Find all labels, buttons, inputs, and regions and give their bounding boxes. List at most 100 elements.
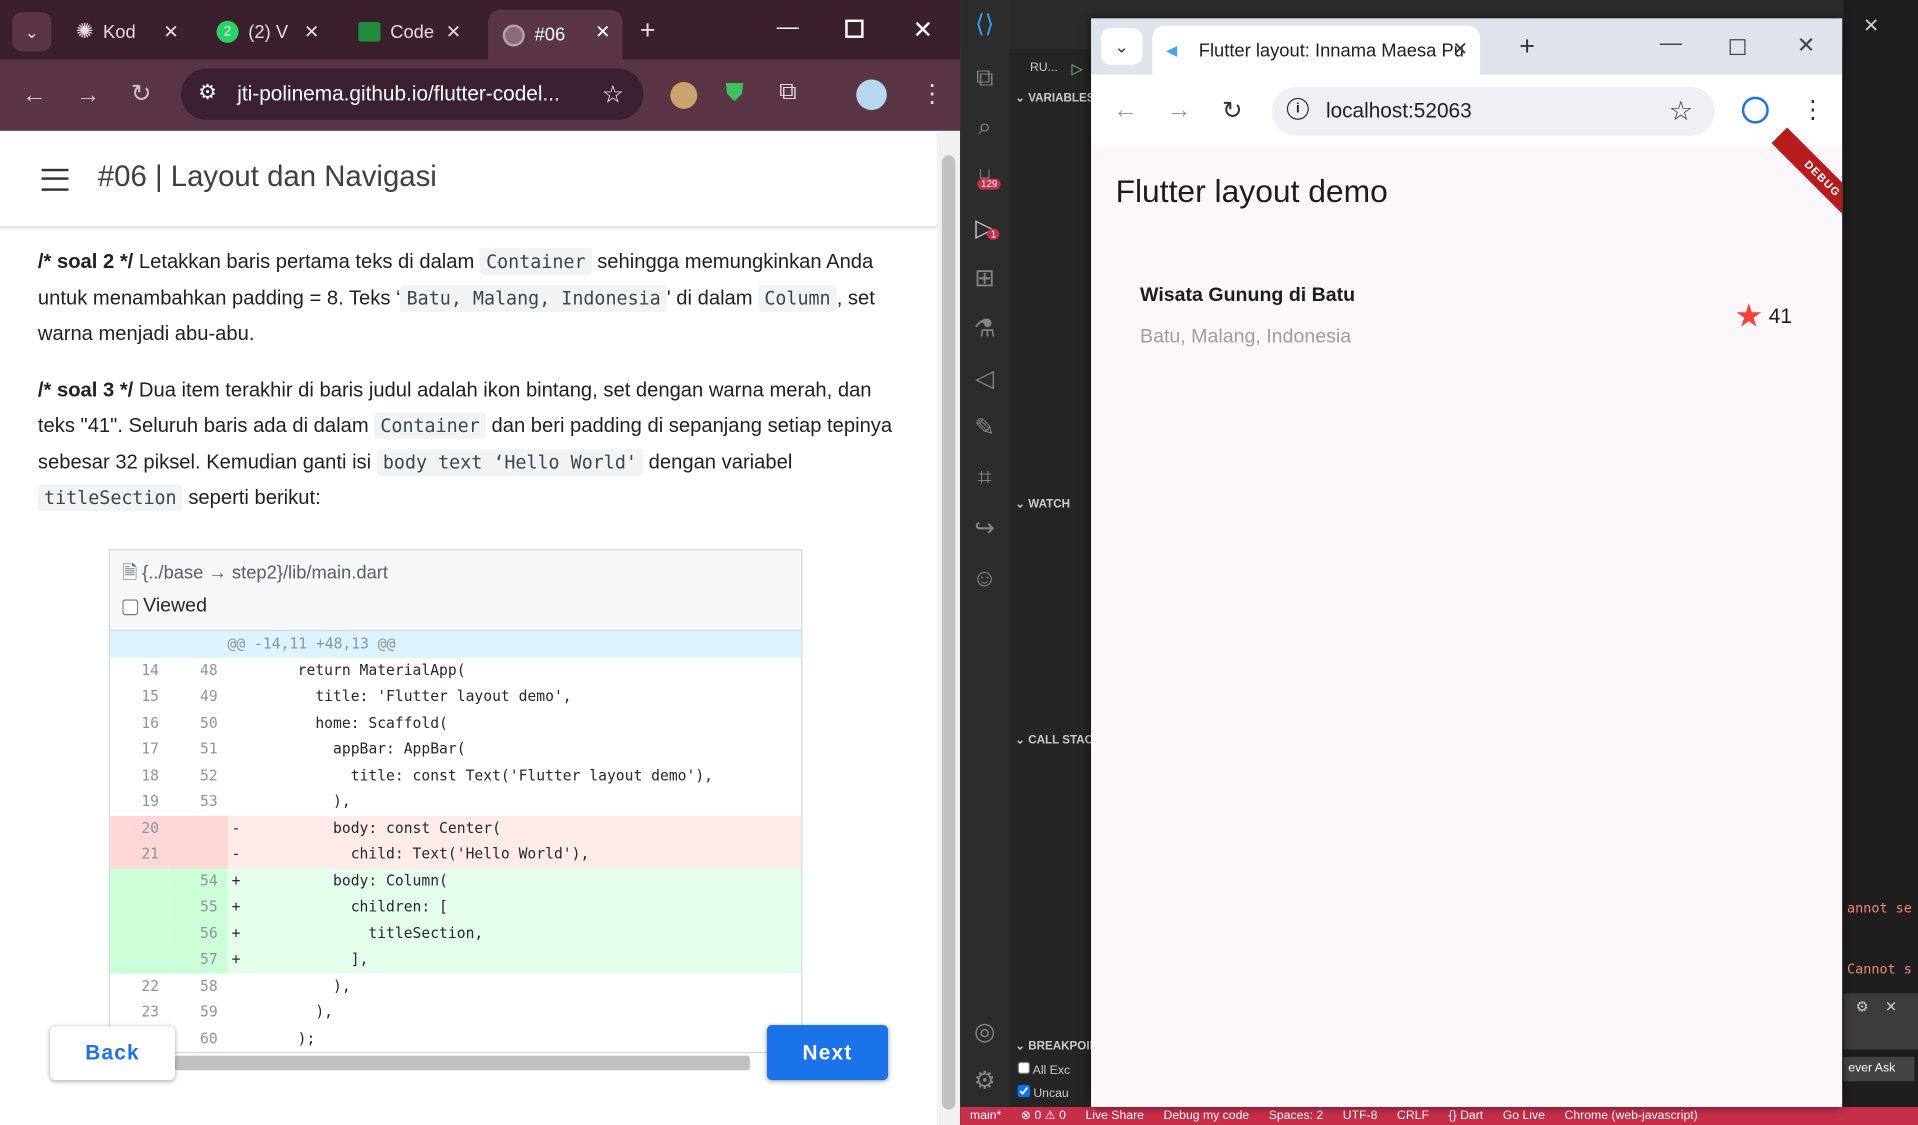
viewed-checkbox[interactable]: Viewed bbox=[122, 596, 789, 618]
code-text: body: Column( bbox=[244, 871, 448, 889]
settings-gear-icon[interactable]: ⚙ bbox=[1856, 998, 1869, 1015]
new-tab-button[interactable]: + bbox=[1519, 31, 1535, 63]
explorer-icon[interactable]: ⧉ bbox=[970, 64, 999, 93]
watch-section[interactable]: ⌄ WATCH bbox=[1010, 493, 1092, 517]
remote-icon[interactable]: ⌗ bbox=[970, 464, 999, 493]
back-arrow-icon[interactable]: ← bbox=[1113, 97, 1137, 125]
extension-icon[interactable] bbox=[670, 81, 698, 109]
info-icon[interactable]: i bbox=[1286, 97, 1309, 120]
kebab-menu-icon[interactable]: ⋮ bbox=[1801, 94, 1825, 125]
inline-code: Batu, Malang, Indonesia bbox=[400, 284, 667, 312]
maximize-icon[interactable] bbox=[1729, 39, 1746, 56]
next-button[interactable]: Next bbox=[766, 1025, 889, 1081]
close-icon[interactable]: ✕ bbox=[595, 21, 610, 43]
close-window-icon[interactable]: ✕ bbox=[913, 15, 934, 46]
bookmark-star-icon[interactable]: ☆ bbox=[1669, 95, 1693, 127]
status-item[interactable]: Live Share bbox=[1085, 1109, 1143, 1122]
back-button[interactable]: Back bbox=[50, 1026, 175, 1081]
diff-line: 55 + children: [ bbox=[110, 894, 802, 921]
site-info-icon[interactable]: ⚙ bbox=[198, 81, 217, 105]
code-text: ), bbox=[244, 792, 351, 810]
tab-search-button[interactable]: ⌄ bbox=[12, 12, 52, 52]
diff-line: 19 53 ), bbox=[110, 789, 801, 815]
settings-gear-icon[interactable]: ⚙ bbox=[970, 1067, 999, 1096]
close-window-icon[interactable]: ✕ bbox=[1863, 13, 1879, 37]
tab-whatsapp[interactable]: 2 (2) V ✕ bbox=[202, 10, 332, 54]
copilot-icon[interactable]: ☺ bbox=[970, 564, 999, 593]
status-item[interactable]: UTF-8 bbox=[1343, 1109, 1378, 1122]
close-icon[interactable]: ✕ bbox=[446, 21, 461, 43]
diff-line: 16 50 home: Scaffold( bbox=[110, 710, 801, 736]
close-icon[interactable]: ✕ bbox=[163, 21, 178, 43]
tab-classroom[interactable]: Code ✕ bbox=[344, 10, 474, 54]
new-line-number bbox=[168, 815, 228, 842]
flutter-icon[interactable]: ◁ bbox=[970, 365, 999, 394]
url-text: jti-polinema.github.io/flutter-codel... bbox=[237, 81, 560, 106]
profile-icon[interactable] bbox=[1741, 96, 1769, 124]
scrollbar-thumb[interactable] bbox=[941, 155, 956, 1110]
new-tab-button[interactable]: + bbox=[640, 15, 656, 47]
reload-icon[interactable]: ↻ bbox=[1222, 95, 1243, 126]
status-item[interactable]: {} Dart bbox=[1449, 1109, 1484, 1122]
forward-arrow-icon[interactable]: → bbox=[1167, 97, 1191, 125]
breakpoints-section[interactable]: ⌄ BREAKPOINTS bbox=[1010, 1035, 1092, 1059]
status-item[interactable]: Debug my code bbox=[1164, 1109, 1250, 1122]
breakpoint-checkbox[interactable] bbox=[1017, 1061, 1030, 1074]
avatar[interactable] bbox=[856, 79, 887, 111]
close-icon[interactable]: ✕ bbox=[304, 21, 319, 43]
diff-line: 56 + titleSection, bbox=[110, 920, 802, 947]
viewed-checkbox-input[interactable] bbox=[122, 598, 139, 615]
status-item[interactable]: ⊗ 0 ⚠ 0 bbox=[1021, 1109, 1066, 1122]
puzzle-icon[interactable]: ⧉ bbox=[779, 78, 796, 106]
soal-3-paragraph: /* soal 3 */ Dua item terakhir di baris … bbox=[37, 372, 894, 516]
extensions-icon[interactable]: ⊞ bbox=[970, 264, 999, 293]
variables-section[interactable]: ⌄ VARIABLES bbox=[1010, 87, 1092, 111]
horizontal-scrollbar[interactable] bbox=[174, 1055, 750, 1071]
shield-icon[interactable]: ⛊ bbox=[725, 80, 743, 108]
status-item[interactable]: CRLF bbox=[1397, 1109, 1429, 1122]
forward-arrow-icon[interactable]: → bbox=[76, 83, 100, 107]
minimize-icon[interactable]: — bbox=[1660, 31, 1682, 57]
account-icon[interactable]: ◎ bbox=[970, 1018, 999, 1047]
close-icon[interactable]: ✕ bbox=[1885, 998, 1897, 1015]
live-share-icon[interactable]: ↪ bbox=[970, 514, 999, 543]
tab-active[interactable]: #06 ✕ bbox=[488, 9, 623, 60]
close-window-icon[interactable]: ✕ bbox=[1797, 33, 1815, 59]
minimize-icon[interactable]: — bbox=[777, 15, 799, 41]
code-text: ), bbox=[244, 1003, 334, 1021]
address-bar[interactable]: ⚙ jti-polinema.github.io/flutter-codel..… bbox=[181, 68, 644, 120]
globe-icon bbox=[502, 23, 525, 46]
diff-sign bbox=[228, 710, 245, 736]
address-bar[interactable]: i localhost:52063 ☆ bbox=[1272, 86, 1715, 136]
text: seperti berikut: bbox=[182, 486, 321, 509]
breakpoint-checkbox[interactable] bbox=[1017, 1084, 1030, 1098]
back-arrow-icon[interactable]: ← bbox=[22, 83, 46, 107]
start-debug-icon[interactable]: ▷ bbox=[1072, 60, 1083, 77]
bookmark-star-icon[interactable]: ☆ bbox=[602, 80, 624, 111]
status-item[interactable]: Spaces: 2 bbox=[1269, 1109, 1323, 1122]
search-icon[interactable]: ⌕ bbox=[970, 113, 999, 142]
pen-icon[interactable]: ✎ bbox=[970, 413, 999, 442]
breakpoint-item[interactable]: Uncau bbox=[1017, 1084, 1069, 1101]
breakpoint-label: Uncau bbox=[1033, 1087, 1069, 1101]
inline-code: body text ‘Hello World' bbox=[376, 448, 644, 476]
testing-icon[interactable]: ⚗ bbox=[970, 314, 999, 343]
vertical-scrollbar[interactable] bbox=[936, 130, 961, 1125]
tab-flutter[interactable]: ◂ Flutter layout: Innama Maesa Pu ✕ bbox=[1152, 25, 1481, 75]
status-item[interactable]: Go Live bbox=[1503, 1109, 1545, 1122]
tab-search-button[interactable]: ⌄ bbox=[1100, 28, 1143, 65]
code-text: children: [ bbox=[244, 897, 448, 915]
close-icon[interactable]: ✕ bbox=[1452, 38, 1467, 60]
reload-icon[interactable]: ↻ bbox=[131, 82, 152, 106]
status-item[interactable]: Chrome (web-javascript) bbox=[1565, 1109, 1698, 1122]
hamburger-menu-icon[interactable] bbox=[41, 168, 69, 191]
call-stack-section[interactable]: ⌄ CALL STACK bbox=[1010, 729, 1092, 753]
breakpoint-item[interactable]: All Exc bbox=[1017, 1061, 1070, 1078]
maximize-icon[interactable] bbox=[845, 19, 864, 38]
flutter-browser-window: ⌄ ◂ Flutter layout: Innama Maesa Pu ✕ + … bbox=[1091, 18, 1843, 1108]
status-item[interactable]: main* bbox=[970, 1109, 1001, 1122]
kebab-menu-icon[interactable]: ⋮ bbox=[920, 78, 944, 109]
navigation-bar: ← → ↻ ⚙ jti-polinema.github.io/flutter-c… bbox=[0, 59, 961, 131]
tab-openai[interactable]: ✺ Kod ✕ bbox=[61, 10, 191, 54]
never-ask-button[interactable]: ever Ask bbox=[1843, 1056, 1915, 1082]
